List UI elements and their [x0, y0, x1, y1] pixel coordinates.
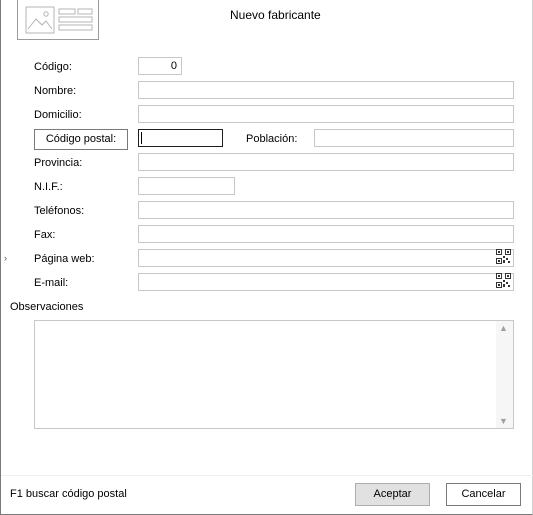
fax-label: Fax:	[34, 229, 56, 241]
pagina-web-label: Página web:	[34, 253, 95, 265]
pagina-web-field[interactable]	[138, 249, 514, 267]
dialog-title: Nuevo fabricante	[230, 8, 321, 22]
footer-hint: F1 buscar código postal	[10, 488, 127, 500]
text-caret	[141, 132, 142, 144]
poblacion-field[interactable]	[314, 129, 514, 147]
email-label: E-mail:	[34, 277, 69, 289]
codigo-postal-button[interactable]: Código postal:	[34, 129, 128, 150]
email-field[interactable]	[138, 273, 514, 291]
observaciones-label: Observaciones	[10, 301, 84, 313]
observaciones-scrollbar[interactable]: ▲ ▼	[496, 321, 513, 428]
fax-field[interactable]	[138, 225, 514, 243]
dialog-window: Nuevo fabricante Código: 0 Nombre: Domic…	[0, 0, 533, 515]
nombre-label: Nombre:	[34, 85, 77, 97]
scroll-down-icon[interactable]: ▼	[499, 416, 508, 426]
cancel-button[interactable]: Cancelar	[446, 483, 521, 506]
telefonos-label: Teléfonos:	[34, 205, 85, 217]
poblacion-label: Población:	[246, 133, 298, 145]
nombre-field[interactable]	[138, 81, 514, 99]
provincia-label: Provincia:	[34, 157, 83, 169]
codigo-label: Código:	[34, 61, 72, 73]
observaciones-textarea[interactable]: ▲ ▼	[34, 320, 514, 429]
codigo-field[interactable]: 0	[138, 57, 182, 75]
qr-code-icon[interactable]	[496, 273, 511, 288]
chevron-right-icon: ›	[4, 253, 7, 263]
codigo-postal-field[interactable]	[138, 129, 223, 147]
domicilio-label: Domicilio:	[34, 109, 82, 121]
accept-button[interactable]: Aceptar	[355, 483, 430, 506]
footer-divider	[1, 475, 533, 476]
nif-label: N.I.F.:	[34, 181, 63, 193]
scroll-up-icon[interactable]: ▲	[499, 323, 508, 333]
domicilio-field[interactable]	[138, 105, 514, 123]
card-image-icon	[17, 0, 99, 40]
provincia-field[interactable]	[138, 153, 514, 171]
qr-code-icon[interactable]	[496, 249, 511, 264]
nif-field[interactable]	[138, 177, 235, 195]
telefonos-field[interactable]	[138, 201, 514, 219]
